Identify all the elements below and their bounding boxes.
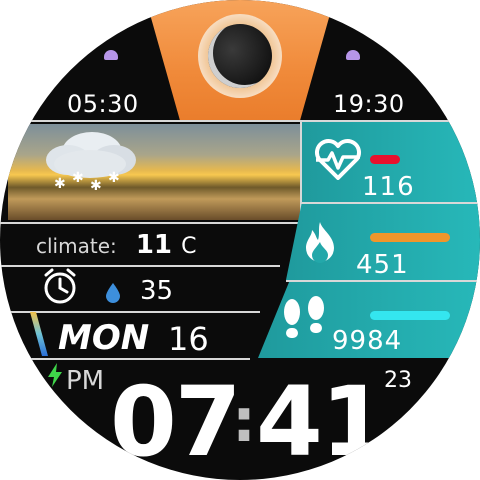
calories-value: 451: [356, 250, 409, 280]
svg-text:✱: ✱: [108, 170, 120, 186]
calories-bar: [370, 233, 450, 242]
humidity-value: 35: [140, 276, 174, 306]
moon-phase-icon: [208, 24, 272, 88]
divider-left-1: [0, 222, 300, 224]
clock-minutes: 41: [256, 366, 388, 478]
snow-cloud-icon: ✱ ✱ ✱ ✱: [46, 132, 136, 194]
clock-separator: :: [232, 386, 256, 456]
divider-right-2: [286, 280, 480, 282]
steps-value: 9984: [332, 326, 403, 356]
climate-row: climate: 11 C: [36, 230, 196, 260]
thermometer-gradient-icon: [30, 312, 48, 356]
flame-icon: [306, 222, 334, 263]
clock-seconds: 23: [384, 368, 412, 393]
climate-unit: C: [181, 234, 197, 259]
svg-text:✱: ✱: [54, 176, 66, 192]
watch-face: 05:30 19:30 ✱ ✱ ✱ ✱ climate: 11 C 35 MON…: [0, 0, 480, 480]
clock-hours: 07: [110, 366, 242, 478]
day-of-month: 16: [168, 320, 209, 358]
steps-bar: [370, 311, 450, 320]
footsteps-icon: [284, 296, 324, 338]
sunrise-time: 05:30: [67, 90, 139, 118]
heart-rate-icon: [315, 139, 361, 180]
heart-rate-bar: [370, 155, 400, 164]
alarm-clock-icon[interactable]: [40, 266, 80, 306]
climate-temp: 11: [135, 230, 173, 260]
weekday: MON: [58, 318, 150, 358]
sunset-time: 19:30: [333, 90, 405, 118]
am-pm-label: PM: [66, 366, 105, 396]
sunset-dot-icon: [346, 50, 360, 60]
divider-right-1: [300, 202, 480, 204]
charging-bolt-icon: [48, 363, 62, 387]
heart-rate-value: 116: [362, 172, 415, 202]
divider-left-4: [0, 358, 250, 360]
sunrise-dot-icon: [104, 50, 118, 60]
svg-text:✱: ✱: [72, 170, 84, 186]
water-drop-icon: [106, 283, 120, 303]
svg-text:✱: ✱: [90, 178, 102, 194]
climate-label: climate:: [36, 234, 117, 258]
